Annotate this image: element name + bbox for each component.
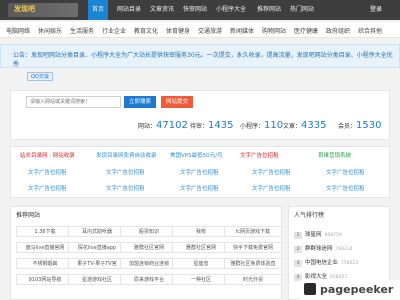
site-link[interactable]: 加盟连锁商业连锁	[120, 258, 178, 269]
category-item[interactable]: 行业企业	[102, 26, 126, 35]
login-link[interactable]: 登录	[366, 0, 386, 20]
category-bar: 电脑网络 休闲娱乐 生活服务 行业企业 教育文化 体育健身 交通旅游 新闻媒体 …	[0, 22, 400, 38]
recommended-title: 推荐网站	[16, 212, 41, 219]
recommended-sites-panel	[10, 206, 282, 300]
stat-sites: 网站：47102	[138, 120, 188, 131]
category-item[interactable]: 生活服务	[70, 26, 94, 35]
stat-miniprograms: 小程序：110	[240, 120, 283, 131]
rank-item[interactable]: 3 中国电信企业 758623	[294, 258, 358, 267]
stat-label: 网站：	[138, 123, 157, 130]
stat-value: 110	[264, 120, 284, 131]
site-link[interactable]: 1.36下载	[16, 226, 74, 237]
pagepeeker-logo-icon	[304, 283, 316, 295]
rank-title: 人气排行榜	[294, 212, 325, 219]
category-item[interactable]: 体育健身	[166, 26, 190, 35]
nav-directory[interactable]: 网站目录	[113, 0, 145, 20]
site-link[interactable]: lc网页游戏下载	[224, 226, 282, 237]
rank-value: 760234	[335, 247, 353, 252]
site-link[interactable]: 果子TV-果子TV官	[68, 258, 126, 269]
stat-value: 47102	[156, 120, 188, 131]
text-ad[interactable]: 文字广告位招租	[28, 184, 67, 192]
site-link[interactable]: 时光外贸	[224, 274, 282, 285]
rank-value: 968759	[324, 233, 342, 238]
site-link[interactable]: 星座音	[172, 258, 230, 269]
stat-label: 小程序：	[240, 123, 265, 130]
site-link[interactable]: 耳内式助听器	[68, 226, 126, 237]
site-link[interactable]: 盘马live直播官网	[16, 242, 74, 253]
site-link[interactable]: 星游游戏社区	[68, 274, 126, 285]
site-link[interactable]: 一种社区	[172, 274, 230, 285]
category-item[interactable]: 购物网站	[262, 26, 286, 35]
site-link[interactable]: 雅群社区官网	[172, 242, 230, 253]
category-item[interactable]: 综合其他	[358, 26, 382, 35]
text-ad[interactable]: 文字广告位招租	[28, 168, 67, 176]
site-link[interactable]: 快手下载免费官网	[224, 242, 282, 253]
text-ad[interactable]: 文字广告位招租	[326, 168, 365, 176]
rank-index: 1	[294, 232, 302, 239]
text-ad[interactable]: 发现目录网免费自动收录	[96, 151, 157, 159]
text-ad[interactable]: 首维营销系统	[318, 151, 351, 159]
rank-name[interactable]: 群群球迷网	[305, 246, 333, 252]
site-link[interactable]: 股票知识	[120, 226, 178, 237]
category-item[interactable]: 政府组织	[326, 26, 350, 35]
watermark-text: pagepeeker	[320, 283, 394, 296]
text-ad[interactable]: 文字广告位招租	[252, 168, 291, 176]
stat-members: 会员：1530	[338, 120, 381, 131]
category-item[interactable]: 电脑网络	[6, 26, 30, 35]
top-nav: 发现吧 首页 网站目录 文章资讯 快审网站 小程序大全 推荐网站 热门网站 登录	[0, 0, 400, 20]
logo-text: 发现吧	[14, 5, 35, 13]
text-ad[interactable]: 文字广告位招租	[180, 184, 219, 192]
text-ad[interactable]: 美国VPS最低50元/月	[170, 151, 222, 159]
stat-pending: 待审：1435	[190, 120, 233, 131]
rank-value: 758623	[341, 261, 359, 266]
stat-label: 待审：	[190, 123, 209, 130]
text-ad[interactable]: 文字广告位招租	[326, 184, 365, 192]
search-input[interactable]	[26, 96, 121, 108]
category-item[interactable]: 教育文化	[134, 26, 158, 35]
text-ad[interactable]: 文字广告位招租	[240, 151, 279, 159]
stat-articles: 文章：4335	[283, 120, 326, 131]
rank-index: 2	[294, 246, 302, 253]
rank-item[interactable]: 1 球星网 968759	[294, 230, 342, 239]
site-link[interactable]: 我校	[172, 226, 230, 237]
nav-articles[interactable]: 文章资讯	[146, 0, 178, 20]
rank-index: 3	[294, 260, 302, 267]
text-ad[interactable]: 文字广告位招租	[106, 184, 145, 192]
category-item[interactable]: 新闻媒体	[230, 26, 254, 35]
nav-recommended[interactable]: 推荐网站	[253, 0, 285, 20]
text-ad[interactable]: 文字广告位招租	[252, 184, 291, 192]
nav-miniprogram[interactable]: 小程序大全	[212, 0, 250, 20]
stat-label: 会员：	[338, 123, 357, 130]
notice-text: 公告：发现吧网站分类目录、小程序大全为广大站长提供快审服务30元。一次提交，永久…	[13, 52, 393, 68]
text-ad[interactable]: 文字广告位招租	[180, 168, 219, 176]
site-link[interactable]: 雅群社区免费体验直	[224, 258, 282, 269]
stat-value: 1530	[356, 120, 382, 131]
nav-hot[interactable]: 热门网站	[286, 0, 318, 20]
rank-item[interactable]: 2 群群球迷网 760234	[294, 244, 353, 253]
site-link[interactable]: 探花live直播app	[68, 242, 126, 253]
stat-value: 4335	[301, 120, 327, 131]
category-item[interactable]: 休闲娱乐	[38, 26, 62, 35]
category-item[interactable]: 医疗健康	[294, 26, 318, 35]
nav-home[interactable]: 首页	[88, 0, 109, 20]
text-ad[interactable]: 文字广告位招租	[106, 168, 145, 176]
qq-chat-button[interactable]: QQ交谈	[27, 72, 53, 81]
site-link[interactable]: 不锈钢烟囱	[16, 258, 74, 269]
site-link[interactable]: 雅群社区官网	[120, 242, 178, 253]
stat-label: 文章：	[283, 123, 302, 130]
site-link[interactable]: 原来游戏平台	[120, 274, 178, 285]
text-ad[interactable]: 站长目录网 · 网站收录	[20, 151, 75, 159]
site-link[interactable]: 9103网站导航	[16, 274, 74, 285]
notice-banner: 公告：发现吧网站分类目录、小程序大全为广大站长提供快审服务30元。一次提交，永久…	[0, 44, 400, 68]
search-button[interactable]: 立即搜索	[124, 96, 156, 108]
category-item[interactable]: 交通旅游	[198, 26, 222, 35]
stat-value: 1435	[208, 120, 234, 131]
rank-name[interactable]: 中国电信企业	[305, 260, 338, 266]
submit-site-button[interactable]: 网站提交	[161, 96, 193, 108]
rank-name[interactable]: 球星网	[305, 232, 322, 238]
nav-fast-review[interactable]: 快审网站	[179, 0, 211, 20]
